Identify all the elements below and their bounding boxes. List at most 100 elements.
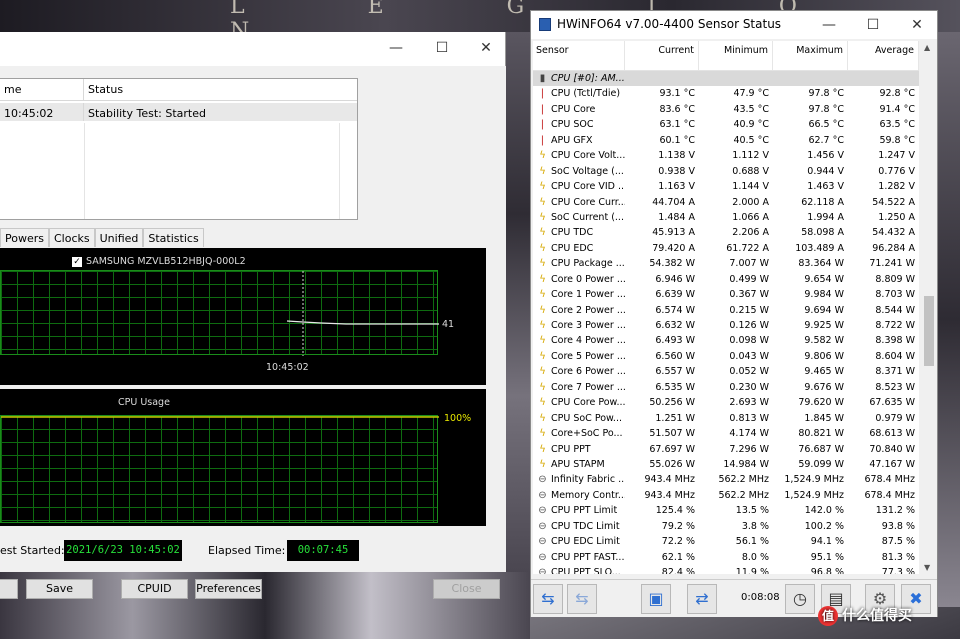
table-row[interactable]: ϟ CPU EDC 79.420 A 61.722 A 103.489 A 96.284 … xyxy=(533,241,919,256)
table-row[interactable]: 10:45:02 Stability Test: Started xyxy=(0,103,357,121)
col-current[interactable]: Current xyxy=(625,41,699,70)
graph1-legend[interactable]: ✓ SAMSUNG MZVLB512HBJQ-000L2 xyxy=(72,256,246,267)
table-row[interactable]: ❘ CPU SOC 63.1 °C 40.9 °C 66.5 °C 63.5 °C xyxy=(533,117,919,132)
table-row[interactable]: ⊖ CPU PPT Limit 125.4 % 13.5 % 142.0 % 131.2 … xyxy=(533,503,919,518)
sensor-name: Memory Contr... xyxy=(551,489,625,501)
scroll-thumb[interactable] xyxy=(924,296,934,366)
table-row[interactable]: ⊖ CPU EDC Limit 72.2 % 56.1 % 94.1 % 87.5 % xyxy=(533,534,919,549)
scroll-down-icon[interactable]: ▼ xyxy=(924,563,930,572)
graph1-time-label: 10:45:02 xyxy=(266,362,309,373)
table-row[interactable]: ϟ Core+SoC Po... 51.507 W 4.174 W 80.821 W 68… xyxy=(533,426,919,441)
stability-body: me Status 10:45:02 Stability Test: Start… xyxy=(0,66,506,599)
table-row[interactable]: ❘ APU GFX 60.1 °C 40.5 °C 62.7 °C 59.8 °C xyxy=(533,133,919,148)
sensor-maximum: 76.687 W xyxy=(798,443,844,455)
vertical-scrollbar[interactable]: ▲ ▼ xyxy=(921,41,937,574)
save-button[interactable]: Save xyxy=(26,579,93,599)
table-row[interactable]: ⊖ CPU PPT SLO... 82.4 % 11.9 % 96.8 % 77.3 % xyxy=(533,565,919,574)
minimize-button[interactable]: — xyxy=(819,15,839,35)
tab-statistics[interactable]: Statistics xyxy=(143,228,204,247)
col-average[interactable]: Average xyxy=(848,41,919,70)
network-icon[interactable]: ▣ xyxy=(641,584,671,614)
sensor-current: 1.484 A xyxy=(658,211,695,223)
table-row[interactable]: ϟ CPU Core Pow... 50.256 W 2.693 W 79.620 W 6… xyxy=(533,395,919,410)
table-row[interactable]: ϟ CPU PPT 67.697 W 7.296 W 76.687 W 70.840 W xyxy=(533,442,919,457)
table-row[interactable]: ϟ CPU Core Volt... 1.138 V 1.112 V 1.456 V 1.… xyxy=(533,148,919,163)
table-row[interactable]: ϟ Core 5 Power ... 6.560 W 0.043 W 9.806 W 8.… xyxy=(533,349,919,364)
gauge-icon: ⊖ xyxy=(538,536,547,548)
maximize-button[interactable]: ☐ xyxy=(432,38,452,58)
temperature-graph: ✓ SAMSUNG MZVLB512HBJQ-000L2 41 10:45:02 xyxy=(0,248,486,385)
nav-right-icon[interactable]: ⇆ xyxy=(567,584,597,614)
close-window-button[interactable]: ✕ xyxy=(476,38,496,58)
table-row[interactable]: ⊖ Memory Contr... 943.4 MHz 562.2 MHz 1,524.… xyxy=(533,488,919,503)
sensor-group-row[interactable]: ▮ CPU [#0]: AM... xyxy=(533,71,919,87)
sensor-name: CPU TDC xyxy=(551,227,594,239)
maximize-button[interactable]: ☐ xyxy=(863,15,883,35)
log-header-status[interactable]: Status xyxy=(84,79,340,100)
table-row[interactable]: ϟ Core 2 Power ... 6.574 W 0.215 W 9.694 W 8.… xyxy=(533,303,919,318)
tab-clocks[interactable]: Clocks xyxy=(49,228,95,247)
col-maximum[interactable]: Maximum xyxy=(773,41,848,70)
checkbox-icon[interactable]: ✓ xyxy=(72,256,82,267)
table-row[interactable]: ϟ SoC Voltage (... 0.938 V 0.688 V 0.944 V 0.… xyxy=(533,164,919,179)
table-row[interactable]: ϟ CPU Package ... 54.382 W 7.007 W 83.364 W 7… xyxy=(533,256,919,271)
minimize-button[interactable]: — xyxy=(386,38,406,58)
table-row[interactable]: ϟ Core 3 Power ... 6.632 W 0.126 W 9.925 W 8.… xyxy=(533,318,919,333)
table-row[interactable]: ⊖ CPU TDC Limit 79.2 % 3.8 % 100.2 % 93.8 % xyxy=(533,519,919,534)
tab-powers[interactable]: Powers xyxy=(0,228,49,247)
sensor-average: 93.8 % xyxy=(881,520,915,532)
sensor-minimum: 4.174 W xyxy=(729,428,769,440)
sensor-average: 70.840 W xyxy=(869,443,915,455)
sensor-name: APU GFX xyxy=(551,134,593,146)
table-row[interactable]: ϟ Core 1 Power ... 6.639 W 0.367 W 9.984 W 8.… xyxy=(533,287,919,302)
table-row[interactable]: ϟ Core 6 Power ... 6.557 W 0.052 W 9.465 W 8.… xyxy=(533,364,919,379)
nav-left-icon[interactable]: ⇆ xyxy=(533,584,563,614)
table-row[interactable]: ϟ CPU SoC Pow... 1.251 W 0.813 W 1.845 W 0.97… xyxy=(533,411,919,426)
sensor-current: 1.138 V xyxy=(658,150,695,162)
sensor-maximum: 97.8 °C xyxy=(808,103,844,115)
table-row[interactable]: ϟ CPU Core Curr... 44.704 A 2.000 A 62.118 A… xyxy=(533,195,919,210)
table-row[interactable]: ϟ Core 7 Power ... 6.535 W 0.230 W 9.676 W 8.… xyxy=(533,380,919,395)
table-row[interactable]: ϟ Core 4 Power ... 6.493 W 0.098 W 9.582 W 8.… xyxy=(533,333,919,348)
table-row[interactable]: ϟ Core 0 Power ... 6.946 W 0.499 W 9.654 W 8.… xyxy=(533,272,919,287)
sensor-maximum: 9.654 W xyxy=(804,273,844,285)
table-row[interactable]: ❘ CPU (Tctl/Tdie) 93.1 °C 47.9 °C 97.8 °C 92.… xyxy=(533,86,919,101)
thermometer-icon: ❘ xyxy=(538,134,547,146)
sensor-name: CPU Core xyxy=(551,103,596,115)
sync-icon[interactable]: ⇄ xyxy=(687,584,717,614)
sensor-current: 6.946 W xyxy=(655,273,695,285)
table-row[interactable]: ϟ CPU Core VID ... 1.163 V 1.144 V 1.463 V 1.… xyxy=(533,179,919,194)
gauge-icon: ⊖ xyxy=(538,551,547,563)
sensor-minimum: 2.206 A xyxy=(732,227,769,239)
wallpaper-right xyxy=(938,32,960,607)
table-row[interactable]: ϟ SoC Current (... 1.484 A 1.066 A 1.994 A 1.… xyxy=(533,210,919,225)
test-started-label: est Started: xyxy=(0,544,65,557)
start-button-partial[interactable] xyxy=(0,579,18,599)
clock-icon[interactable]: ◷ xyxy=(785,584,815,614)
sensor-average: 54.432 A xyxy=(872,227,915,239)
hwinfo-app-icon xyxy=(539,18,551,31)
log-header: me Status xyxy=(0,79,357,101)
sensor-minimum: 3.8 % xyxy=(741,520,769,532)
sensor-average: 8.703 W xyxy=(875,289,915,301)
cpuid-button[interactable]: CPUID xyxy=(121,579,188,599)
sensor-maximum: 1.994 A xyxy=(807,211,844,223)
log-header-time[interactable]: me xyxy=(0,79,84,100)
sensor-minimum: 0.052 W xyxy=(729,366,769,378)
table-row[interactable]: ϟ CPU TDC 45.913 A 2.206 A 58.098 A 54.432 A xyxy=(533,225,919,240)
lightning-icon: ϟ xyxy=(539,443,546,455)
close-button[interactable]: Close xyxy=(433,579,500,599)
preferences-button[interactable]: Preferences xyxy=(195,579,262,599)
table-row[interactable]: ϟ APU STAPM 55.026 W 14.984 W 59.099 W 47.167… xyxy=(533,457,919,472)
col-minimum[interactable]: Minimum xyxy=(699,41,773,70)
sensor-average: 77.3 % xyxy=(881,567,915,574)
sensor-name: Core 0 Power ... xyxy=(551,273,625,285)
scroll-up-icon[interactable]: ▲ xyxy=(924,43,930,52)
tab-unified[interactable]: Unified xyxy=(94,228,144,247)
close-window-button[interactable]: ✕ xyxy=(907,15,927,35)
col-sensor[interactable]: Sensor xyxy=(533,41,625,70)
table-row[interactable]: ⊖ Infinity Fabric ... 943.4 MHz 562.2 MHz 1,… xyxy=(533,472,919,487)
table-row[interactable]: ❘ CPU Core 83.6 °C 43.5 °C 97.8 °C 91.4 °C xyxy=(533,102,919,117)
table-row[interactable]: ⊖ CPU PPT FAST... 62.1 % 8.0 % 95.1 % 81.3 % xyxy=(533,550,919,565)
sensor-minimum: 0.813 W xyxy=(729,412,769,424)
